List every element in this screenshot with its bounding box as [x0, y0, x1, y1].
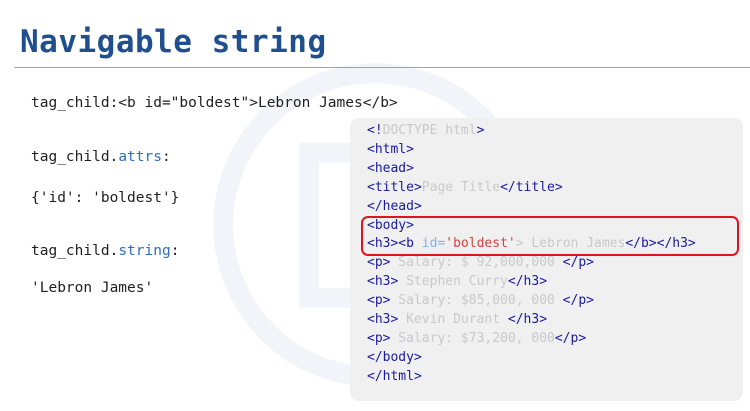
attrs-keyword: attrs: [118, 149, 162, 165]
code-line-1-open: <!: [367, 123, 383, 138]
code-line-head-close: </head>: [367, 198, 422, 214]
code-line-p3-close: </p>: [554, 330, 587, 346]
attrs-expression: tag_child.attrs:: [31, 149, 171, 165]
code-line-title-text: Page Title: [421, 179, 501, 195]
string-expression: tag_child.string:: [31, 243, 179, 259]
code-line-h3-3-close: </h3>: [507, 312, 548, 328]
code-line-p2-close: </p>: [562, 293, 594, 309]
code-line-h3-2-open: <h3>: [367, 274, 399, 290]
code-line-curry: Stephen Curry: [398, 274, 508, 290]
code-line-p1-close: </p>: [562, 255, 594, 271]
string-keyword: string: [118, 243, 171, 259]
string-value: 'Lebron James': [31, 280, 154, 296]
code-line-body-close: </body>: [367, 349, 422, 365]
code-line-p2-text: Salary: $85,000, 000: [390, 293, 563, 309]
code-line-p3-open: <p>: [367, 330, 391, 346]
string-suffix: :: [170, 243, 180, 259]
attrs-prefix: tag_child.: [31, 149, 119, 165]
title-divider: [14, 67, 750, 68]
code-line-durant: Kevin Durant: [398, 312, 508, 328]
tag-child-line: tag_child:<b id="boldest">Lebron James</…: [31, 95, 398, 111]
code-line-html: <html>: [367, 141, 414, 157]
code-line-h3-3-open: <h3>: [367, 312, 399, 328]
code-line-title-open: <title>: [367, 179, 422, 195]
code-line-head: <head>: [367, 160, 414, 176]
code-line-h3-2-close: </h3>: [507, 274, 548, 290]
slide-title: Navigable string: [20, 24, 327, 60]
code-line-p3-text: Salary: $73,200, 000: [390, 330, 555, 346]
code-line-p2-open: <p>: [367, 293, 391, 309]
code-line-p1-open: <p>: [367, 255, 391, 271]
highlight-box: [361, 216, 739, 256]
code-line-title-close: </title>: [500, 179, 563, 195]
string-prefix: tag_child.: [31, 243, 119, 259]
code-line-1-doctype: DOCTYPE html: [382, 123, 477, 138]
code-line-html-close: </html>: [367, 368, 422, 384]
code-line-1-close: >: [476, 123, 485, 138]
attrs-suffix: :: [161, 149, 171, 165]
code-line-p1-text: Salary: $ 92,000,000: [390, 255, 563, 271]
attrs-value: {'id': 'boldest'}: [31, 190, 180, 206]
